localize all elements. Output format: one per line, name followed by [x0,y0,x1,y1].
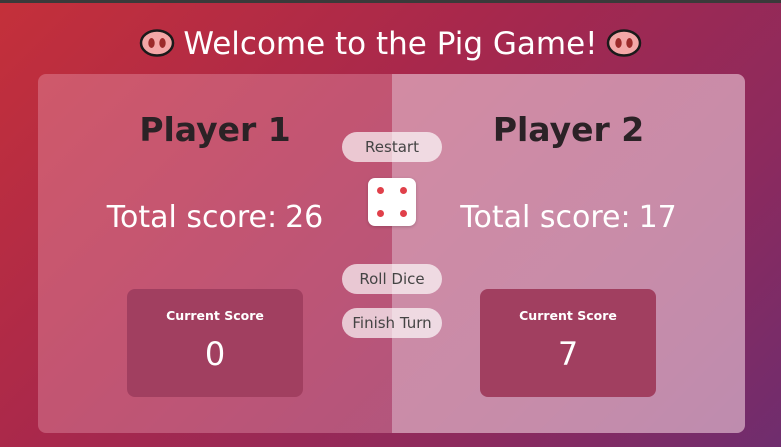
player-1-total-label: Total score: [106,200,278,235]
player-2-current-score: 7 [557,335,579,373]
top-bar [0,0,781,3]
pig-nose-icon [606,29,641,57]
player-1-total-score: 26 [285,200,324,235]
player-2-panel: Player 2 Total score: 17 Current Score 7 [392,74,745,433]
player-2-name: Player 2 [492,110,645,149]
dice-pip [400,187,407,194]
dice-pip [400,210,407,217]
game-board: Player 1 Total score: 26 Current Score 0 … [38,74,745,433]
player-1-panel: Player 1 Total score: 26 Current Score 0 [38,74,392,433]
pig-nose-icon [140,29,175,57]
player-1-current-box: Current Score 0 [127,289,303,397]
page-title: Welcome to the Pig Game! [0,24,781,64]
player-2-current-label: Current Score [519,308,617,323]
finish-turn-button[interactable]: Finish Turn [342,308,442,338]
title-text: Welcome to the Pig Game! [183,26,598,62]
roll-dice-button[interactable]: Roll Dice [342,264,442,294]
player-1-current-label: Current Score [166,308,264,323]
player-2-total-label: Total score: [460,200,631,235]
player-2-total-score: 17 [638,200,677,235]
player-1-current-score: 0 [204,335,226,373]
dice-four-icon [368,178,416,226]
dice-pip [377,210,384,217]
player-1-name: Player 1 [139,110,291,149]
restart-button[interactable]: Restart [342,132,442,162]
player-2-current-box: Current Score 7 [480,289,656,397]
dice-pip [377,187,384,194]
player-1-total: Total score: 26 [38,198,392,238]
player-2-total: Total score: 17 [392,198,745,238]
